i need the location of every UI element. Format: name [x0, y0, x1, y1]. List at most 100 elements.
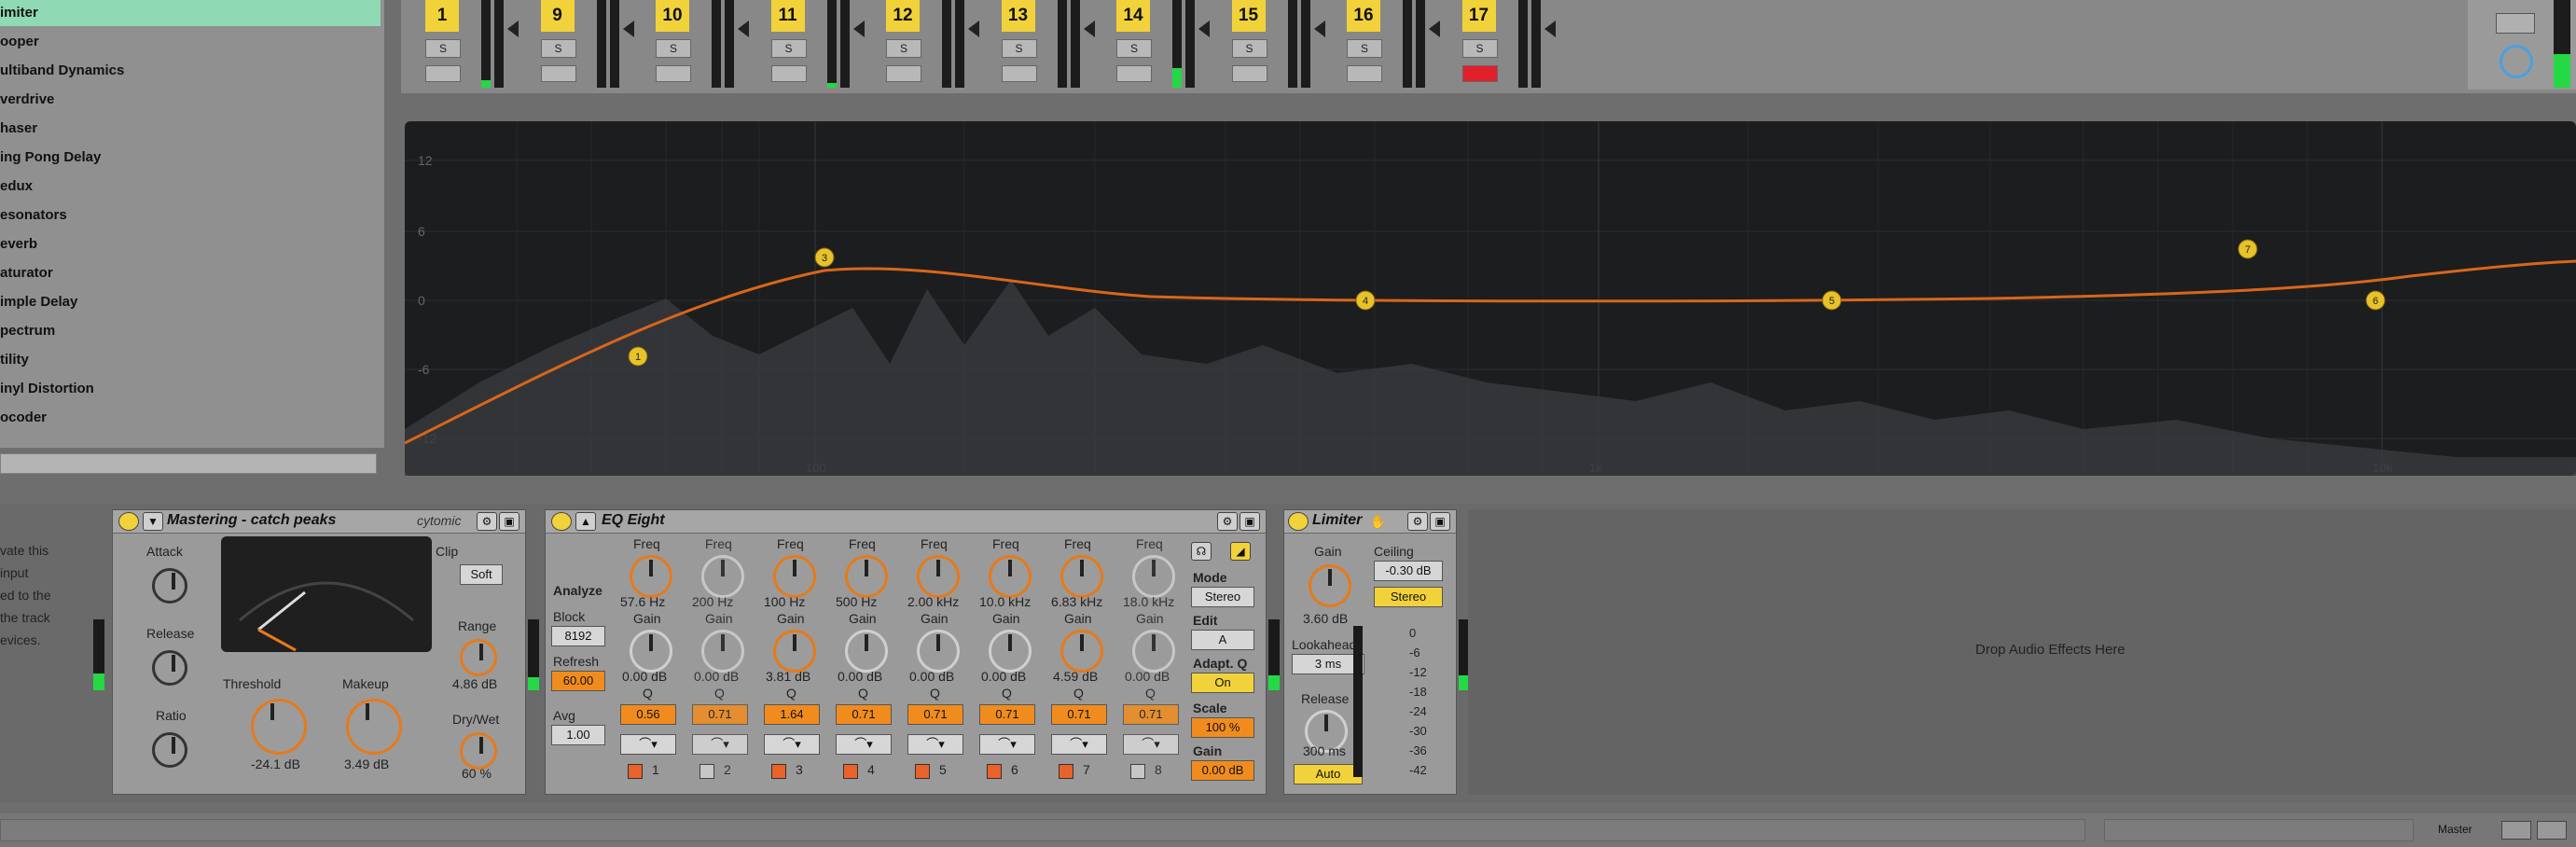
auto-release-toggle[interactable]: Auto [1294, 764, 1363, 785]
adapt-q-toggle[interactable]: On [1191, 673, 1254, 693]
collapse-button[interactable]: ▲ [575, 512, 596, 531]
arm-button[interactable] [1347, 65, 1382, 82]
fold-triangle-icon[interactable] [1083, 21, 1095, 37]
filter-type-select[interactable]: ⌒▾ [907, 734, 963, 755]
gain-knob[interactable] [773, 630, 816, 673]
fold-triangle-icon[interactable] [1544, 21, 1556, 37]
avg-field[interactable]: 1.00 [551, 725, 605, 745]
arm-button[interactable] [540, 65, 576, 82]
filter-type-select[interactable]: ⌒▾ [979, 734, 1035, 755]
filter-type-select[interactable]: ⌒▾ [620, 734, 676, 755]
browser-item[interactable]: imple Delay [0, 289, 381, 315]
solo-button[interactable]: S [540, 39, 576, 58]
gain-knob[interactable] [701, 630, 744, 673]
fold-triangle-icon[interactable] [738, 21, 749, 37]
solo-button[interactable]: S [886, 39, 921, 58]
freq-knob[interactable] [630, 555, 672, 598]
gain-knob[interactable] [1132, 630, 1175, 673]
view-toggle-icon[interactable] [2501, 821, 2531, 840]
eq-curve-graph[interactable]: 1260-6-121001k10k134567 [404, 121, 2576, 476]
solo-button[interactable]: S [1116, 39, 1152, 58]
filter-type-select[interactable]: ⌒▾ [1123, 734, 1179, 755]
master-volume-knob[interactable] [2500, 45, 2533, 78]
freq-knob[interactable] [917, 555, 960, 598]
browser-item[interactable]: aturator [0, 260, 381, 286]
browser-item[interactable]: ultiband Dynamics [0, 58, 381, 84]
browser-item[interactable]: esonators [0, 202, 381, 229]
q-field[interactable]: 0.56 [620, 704, 676, 725]
solo-button[interactable]: S [425, 39, 461, 58]
device-settings-button[interactable]: ⚙ [477, 512, 497, 531]
track-number[interactable]: 15 [1231, 0, 1266, 32]
device-settings-button[interactable]: ⚙ [1407, 512, 1428, 531]
fold-triangle-icon[interactable] [622, 21, 634, 37]
track-number[interactable]: 11 [770, 0, 805, 32]
band-activator[interactable] [987, 764, 1002, 779]
eq-band-marker[interactable]: 4 [1355, 290, 1376, 311]
band-activator[interactable] [699, 764, 714, 779]
release-knob[interactable] [152, 650, 187, 686]
threshold-knob[interactable] [251, 699, 307, 755]
solo-button[interactable]: S [1461, 39, 1498, 58]
headphone-button[interactable]: ☊ [1191, 542, 1212, 561]
fold-triangle-icon[interactable] [1198, 21, 1210, 37]
drop-zone[interactable]: Drop Audio Effects Here [1468, 509, 2576, 795]
ceiling-field[interactable]: -0.30 dB [1374, 561, 1443, 581]
gain-knob[interactable] [989, 630, 1032, 673]
eq-band-marker[interactable]: 1 [628, 346, 648, 367]
output-gain-field[interactable]: 0.00 dB [1191, 760, 1254, 781]
save-preset-button[interactable]: ▣ [1430, 512, 1450, 531]
save-preset-button[interactable]: ▣ [499, 512, 519, 531]
filter-type-select[interactable]: ⌒▾ [1051, 734, 1107, 755]
solo-button[interactable]: S [656, 39, 691, 58]
gain-knob[interactable] [1060, 630, 1103, 673]
attack-knob[interactable] [152, 568, 187, 604]
collapse-button[interactable]: ▼ [143, 512, 163, 531]
band-activator[interactable] [628, 764, 643, 779]
q-field[interactable]: 0.71 [1123, 704, 1179, 725]
freq-knob[interactable] [1060, 555, 1103, 598]
ratio-knob[interactable] [152, 732, 187, 768]
arm-button[interactable] [656, 65, 691, 82]
gain-knob[interactable] [845, 630, 888, 673]
q-field[interactable]: 0.71 [836, 704, 892, 725]
freq-knob[interactable] [701, 555, 744, 598]
browser-item[interactable]: haser [0, 116, 381, 142]
browser-item[interactable]: ocoder [0, 405, 381, 431]
q-field[interactable]: 1.64 [764, 704, 820, 725]
q-field[interactable]: 0.71 [1051, 704, 1107, 725]
eq-display[interactable]: 1260-6-121001k10k134567 [404, 121, 2576, 476]
arm-button[interactable] [886, 65, 921, 82]
browser-item[interactable]: edux [0, 174, 381, 200]
filter-type-select[interactable]: ⌒▾ [692, 734, 748, 755]
drywet-knob[interactable] [460, 732, 497, 770]
browser-item[interactable]: inyl Distortion [0, 376, 381, 402]
block-select[interactable]: 8192 [551, 626, 605, 646]
mode-select[interactable]: Stereo [1191, 587, 1254, 607]
eq-band-marker[interactable]: 5 [1821, 290, 1842, 311]
power-button[interactable] [118, 512, 139, 531]
refresh-field[interactable]: 60.00 [551, 671, 605, 691]
edit-select[interactable]: A [1191, 630, 1254, 650]
browser-item[interactable]: imiter [0, 0, 381, 26]
fold-triangle-icon[interactable] [1429, 21, 1440, 37]
q-field[interactable]: 0.71 [907, 704, 963, 725]
freq-knob[interactable] [989, 555, 1032, 598]
freq-knob[interactable] [1132, 555, 1175, 598]
freq-knob[interactable] [845, 555, 888, 598]
track-number[interactable]: 17 [1461, 0, 1496, 32]
makeup-knob[interactable] [346, 699, 402, 755]
soft-button[interactable]: Soft [460, 564, 503, 585]
save-preset-button[interactable]: ▣ [1240, 512, 1260, 531]
eq-band-marker[interactable]: 7 [2237, 239, 2258, 259]
gain-knob[interactable] [1309, 564, 1351, 607]
device-settings-button[interactable]: ⚙ [1217, 512, 1238, 531]
fold-triangle-icon[interactable] [507, 21, 519, 37]
track-number[interactable]: 16 [1347, 0, 1380, 32]
browser-item[interactable]: ooper [0, 29, 381, 55]
range-knob[interactable] [460, 639, 497, 676]
arm-button[interactable] [1231, 65, 1267, 82]
q-field[interactable]: 0.71 [979, 704, 1035, 725]
gain-knob[interactable] [630, 630, 672, 673]
browser-item[interactable]: pectrum [0, 318, 381, 344]
